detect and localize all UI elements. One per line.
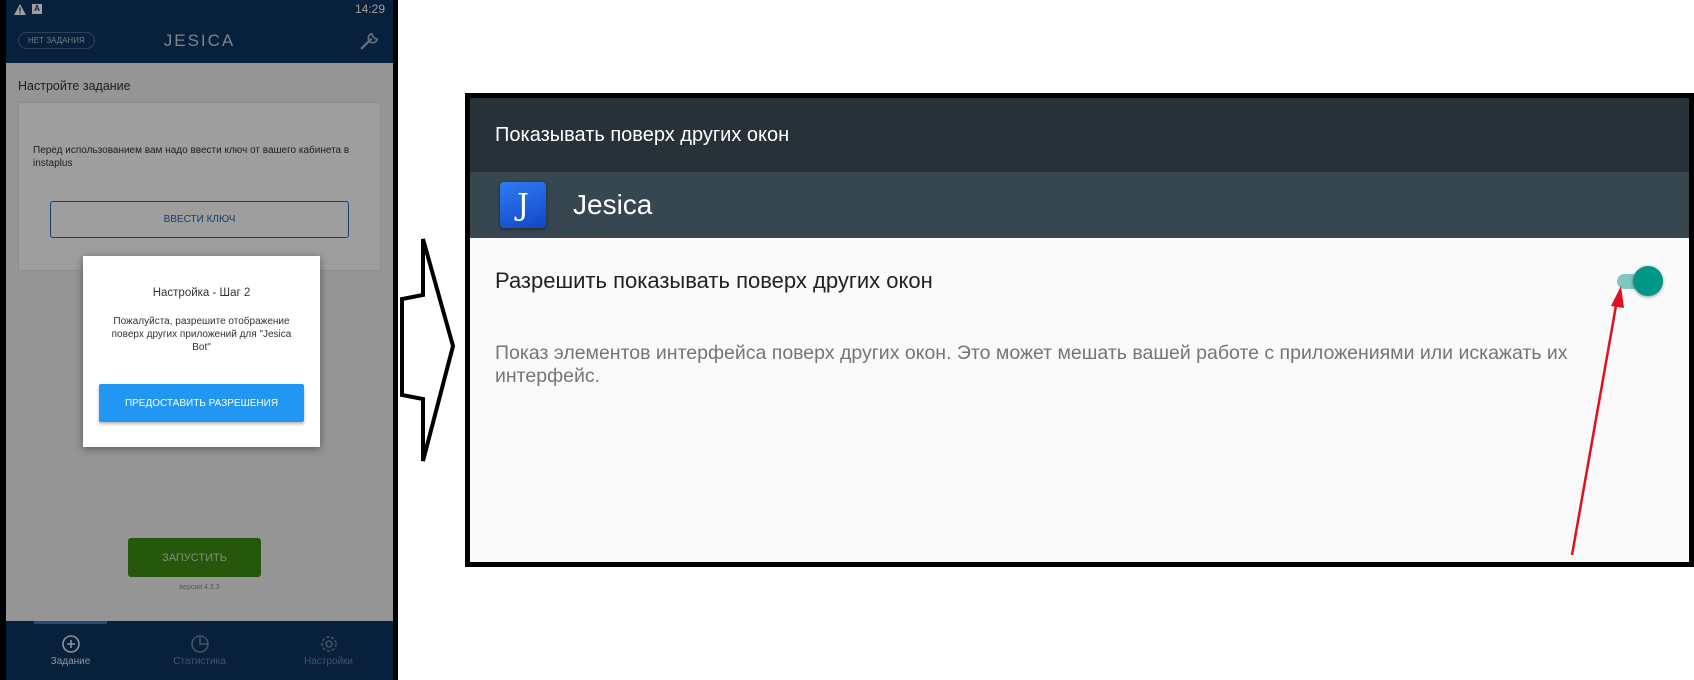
grant-permissions-button[interactable]: ПРЕДОСТАВИТЬ РАЗРЕШЕНИЯ <box>99 384 304 422</box>
settings-title: Показывать поверх других окон <box>495 123 790 146</box>
settings-header: Показывать поверх других окон <box>470 98 1689 172</box>
app-logo: J <box>500 182 546 228</box>
app-info-row: J Jesica <box>470 172 1689 238</box>
permission-row[interactable]: Разрешить показывать поверх других окон <box>470 238 1689 324</box>
permission-label: Разрешить показывать поверх других окон <box>495 268 933 293</box>
phone-screen: A 14:29 НЕТ ЗАДАНИЯ JESICA Настройте зад… <box>6 0 393 680</box>
dialog-text: Пожалуйста, разрешите отображение поверх… <box>111 316 292 353</box>
phone-frame: A 14:29 НЕТ ЗАДАНИЯ JESICA Настройте зад… <box>0 0 398 680</box>
permission-toggle[interactable] <box>1617 266 1663 296</box>
toggle-knob <box>1633 266 1663 296</box>
settings-panel: Показывать поверх других окон J Jesica Р… <box>465 93 1694 567</box>
setup-dialog: Настройка - Шаг 2 Пожалуйста, разрешите … <box>83 256 320 447</box>
stage: A 14:29 НЕТ ЗАДАНИЯ JESICA Настройте зад… <box>0 0 1694 680</box>
transition-arrow <box>400 238 456 462</box>
permission-description: Показ элементов интерфейса поверх других… <box>495 342 1568 387</box>
dialog-title: Настройка - Шаг 2 <box>152 287 251 299</box>
app-name: Jesica <box>573 189 653 220</box>
